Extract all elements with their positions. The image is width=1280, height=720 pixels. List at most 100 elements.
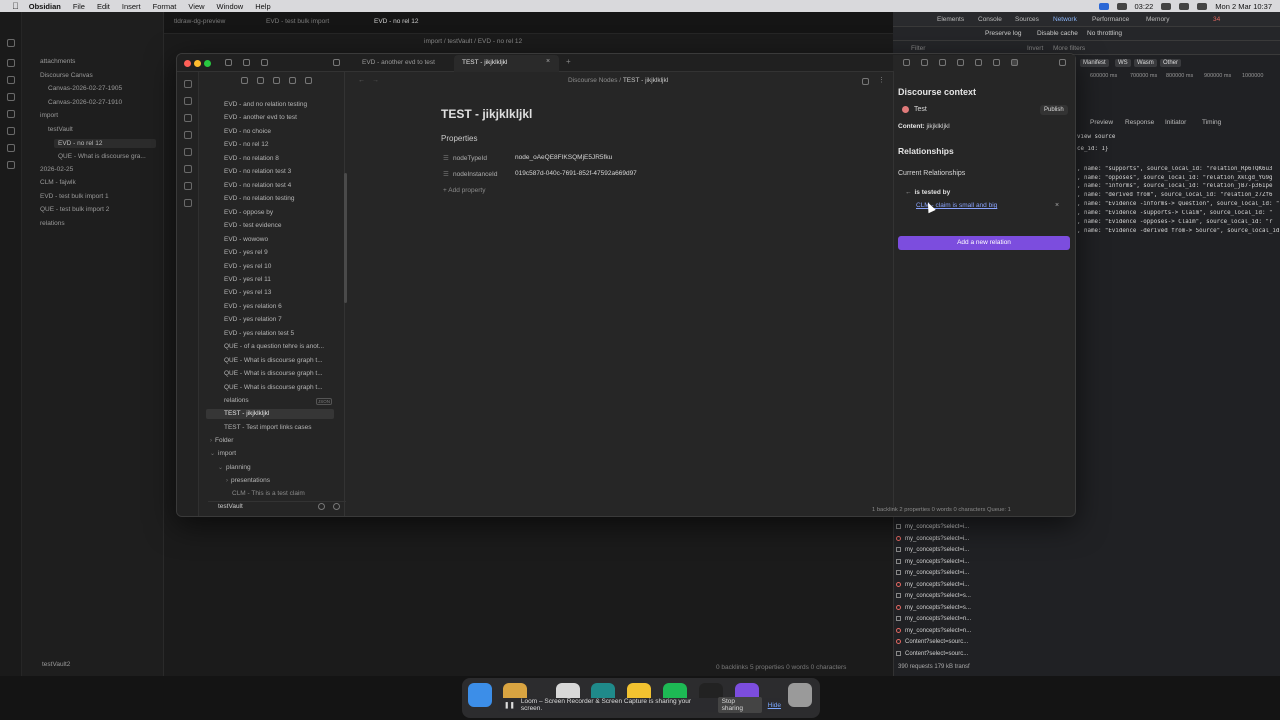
- request-row[interactable]: my_concepts?select=i...: [896, 559, 969, 565]
- add-new-relation-button[interactable]: Add a new relation: [898, 236, 1070, 250]
- wifi-icon[interactable]: [1179, 2, 1190, 10]
- graph-view-icon[interactable]: [184, 97, 192, 105]
- explorer-item[interactable]: EVD - wowowo: [224, 236, 334, 243]
- devtools-tab-network[interactable]: Network: [1053, 16, 1077, 23]
- request-row[interactable]: my_concepts?select=n...: [896, 616, 971, 622]
- explorer-item[interactable]: testVault: [48, 126, 73, 133]
- explorer-item[interactable]: EVD - yes relation test 5: [224, 330, 334, 337]
- close-explorer-icon[interactable]: [305, 77, 312, 84]
- discourse-graph-icon[interactable]: [184, 182, 192, 190]
- explorer-item[interactable]: Discourse Canvas: [40, 72, 93, 79]
- status-icon[interactable]: [1116, 2, 1127, 10]
- finder-icon[interactable]: [468, 683, 492, 707]
- request-row[interactable]: my_concepts?select=n...: [896, 628, 971, 634]
- settings-gear-icon[interactable]: [333, 503, 340, 510]
- link-icon[interactable]: [903, 59, 910, 66]
- request-row[interactable]: my_concepts?select=s...: [896, 605, 971, 611]
- request-row[interactable]: my_concepts?select=i...: [896, 524, 969, 530]
- close-window-button[interactable]: [184, 60, 191, 67]
- explorer-item[interactable]: EVD - yes rel 11: [224, 276, 334, 283]
- folder-icon[interactable]: [225, 59, 232, 66]
- sort-icon[interactable]: [273, 77, 280, 84]
- menu-window[interactable]: Window: [217, 2, 244, 11]
- property-value[interactable]: 019c587d-040c-7691-852f-47592a669d97: [515, 170, 637, 177]
- explorer-item[interactable]: EVD - test bulk import 1: [40, 193, 109, 200]
- calendar-icon[interactable]: [993, 59, 1000, 66]
- note-title[interactable]: TEST - jikjklkljkl: [441, 107, 532, 121]
- tab-active-test[interactable]: TEST - jikjklkljkl: [462, 59, 507, 66]
- tab[interactable]: EVD - test bulk import: [266, 18, 329, 25]
- more-options-icon[interactable]: ⋮: [878, 76, 885, 84]
- explorer-item[interactable]: EVD - yes relation 6: [224, 303, 334, 310]
- discourse-context-icon[interactable]: [1011, 59, 1018, 66]
- disable-cache-checkbox[interactable]: Disable cache: [1037, 30, 1078, 37]
- explorer-item[interactable]: EVD - yes rel 9: [224, 249, 334, 256]
- property-row[interactable]: ☰ nodeInstanceId: [443, 170, 497, 178]
- daily-note-icon[interactable]: [184, 131, 192, 139]
- explorer-item[interactable]: CLM - fajwlk: [40, 179, 76, 186]
- menu-edit[interactable]: Edit: [97, 2, 110, 11]
- explorer-item[interactable]: EVD - no choice: [224, 128, 334, 135]
- response-subtab-preview[interactable]: Preview: [1090, 119, 1113, 126]
- folder-item[interactable]: › presentations: [226, 477, 270, 484]
- minimize-window-button[interactable]: [194, 60, 201, 67]
- explorer-item[interactable]: import: [40, 112, 58, 119]
- tag-icon[interactable]: [921, 59, 928, 66]
- request-row[interactable]: Content?select=sourc...: [896, 639, 968, 645]
- explorer-item[interactable]: attachments: [40, 58, 75, 65]
- reading-view-icon[interactable]: [862, 78, 869, 85]
- apple-icon[interactable]: : [12, 1, 19, 11]
- explorer-item[interactable]: EVD - no relation test 4: [224, 182, 334, 189]
- explorer-item[interactable]: EVD - yes relation 7: [224, 316, 334, 323]
- explorer-item-selected[interactable]: TEST - jikjklkljkl: [206, 409, 334, 419]
- forward-arrow-icon[interactable]: →: [372, 77, 379, 84]
- request-row[interactable]: Content?select=sourc...: [896, 651, 968, 657]
- help-icon[interactable]: [318, 503, 325, 510]
- new-tab-icon[interactable]: +: [566, 57, 571, 66]
- close-tab-icon[interactable]: ×: [546, 58, 550, 65]
- devtools-tab-sources[interactable]: Sources: [1015, 16, 1039, 23]
- explorer-item[interactable]: QUE - What is discourse graph t...: [224, 357, 334, 364]
- menu-help[interactable]: Help: [255, 2, 270, 11]
- templates-icon[interactable]: [184, 148, 192, 156]
- filter-chip-ws[interactable]: WS: [1115, 59, 1131, 67]
- breadcrumb-parent[interactable]: Discourse Nodes: [568, 77, 618, 84]
- menu-format[interactable]: Format: [153, 2, 177, 11]
- explorer-item[interactable]: EVD - another evd to test: [224, 114, 334, 121]
- property-value[interactable]: node_oAeQE8FIKSQMjE5JR5fku: [515, 154, 612, 161]
- explorer-item[interactable]: Canvas-2026-02-27-1905: [48, 85, 122, 92]
- add-property-button[interactable]: + Add property: [443, 187, 485, 194]
- backlinks-icon[interactable]: [975, 59, 982, 66]
- request-row[interactable]: my_concepts?select=i...: [896, 536, 969, 542]
- menu-app-name[interactable]: Obsidian: [29, 2, 61, 11]
- filter-chip-other[interactable]: Other: [1160, 59, 1182, 67]
- explorer-item[interactable]: EVD - yes rel 10: [224, 263, 334, 270]
- bookmark-icon[interactable]: [261, 59, 268, 66]
- explorer-item[interactable]: TEST - Test import links cases: [224, 424, 334, 431]
- search-icon[interactable]: [243, 59, 250, 66]
- menu-insert[interactable]: Insert: [122, 2, 141, 11]
- devtools-tab-memory[interactable]: Memory: [1146, 16, 1169, 23]
- explorer-scrollbar[interactable]: [344, 173, 347, 303]
- new-folder-icon[interactable]: [257, 77, 264, 84]
- explorer-item[interactable]: EVD - no relation testing: [224, 195, 334, 202]
- explorer-item[interactable]: QUE - test bulk import 2: [40, 206, 109, 213]
- outline-icon[interactable]: [939, 59, 946, 66]
- preserve-log-checkbox[interactable]: Preserve log: [985, 30, 1022, 37]
- publish-button[interactable]: Publish: [1040, 105, 1068, 115]
- trash-icon[interactable]: [788, 683, 812, 707]
- spotlight-icon[interactable]: [1197, 2, 1208, 10]
- folder-item[interactable]: ⌄ import: [210, 450, 236, 457]
- explorer-item[interactable]: EVD - no relation test 3: [224, 168, 334, 175]
- menu-file[interactable]: File: [73, 2, 85, 11]
- filter-chip-manifest[interactable]: Manifest: [1080, 59, 1109, 67]
- explorer-item[interactable]: 2026-02-25: [40, 166, 73, 173]
- screen-record-icon[interactable]: [1098, 2, 1109, 10]
- folder-item[interactable]: ⌄ planning: [218, 464, 251, 471]
- table-icon[interactable]: [957, 59, 964, 66]
- explorer-item[interactable]: QUE - What is discourse gra...: [58, 153, 146, 160]
- vault-switcher[interactable]: testVault2: [42, 661, 70, 668]
- tab[interactable]: tldraw-dg-preview: [174, 18, 225, 25]
- explorer-item[interactable]: EVD - no rel 12: [224, 141, 334, 148]
- property-key[interactable]: nodeInstanceId: [453, 171, 497, 178]
